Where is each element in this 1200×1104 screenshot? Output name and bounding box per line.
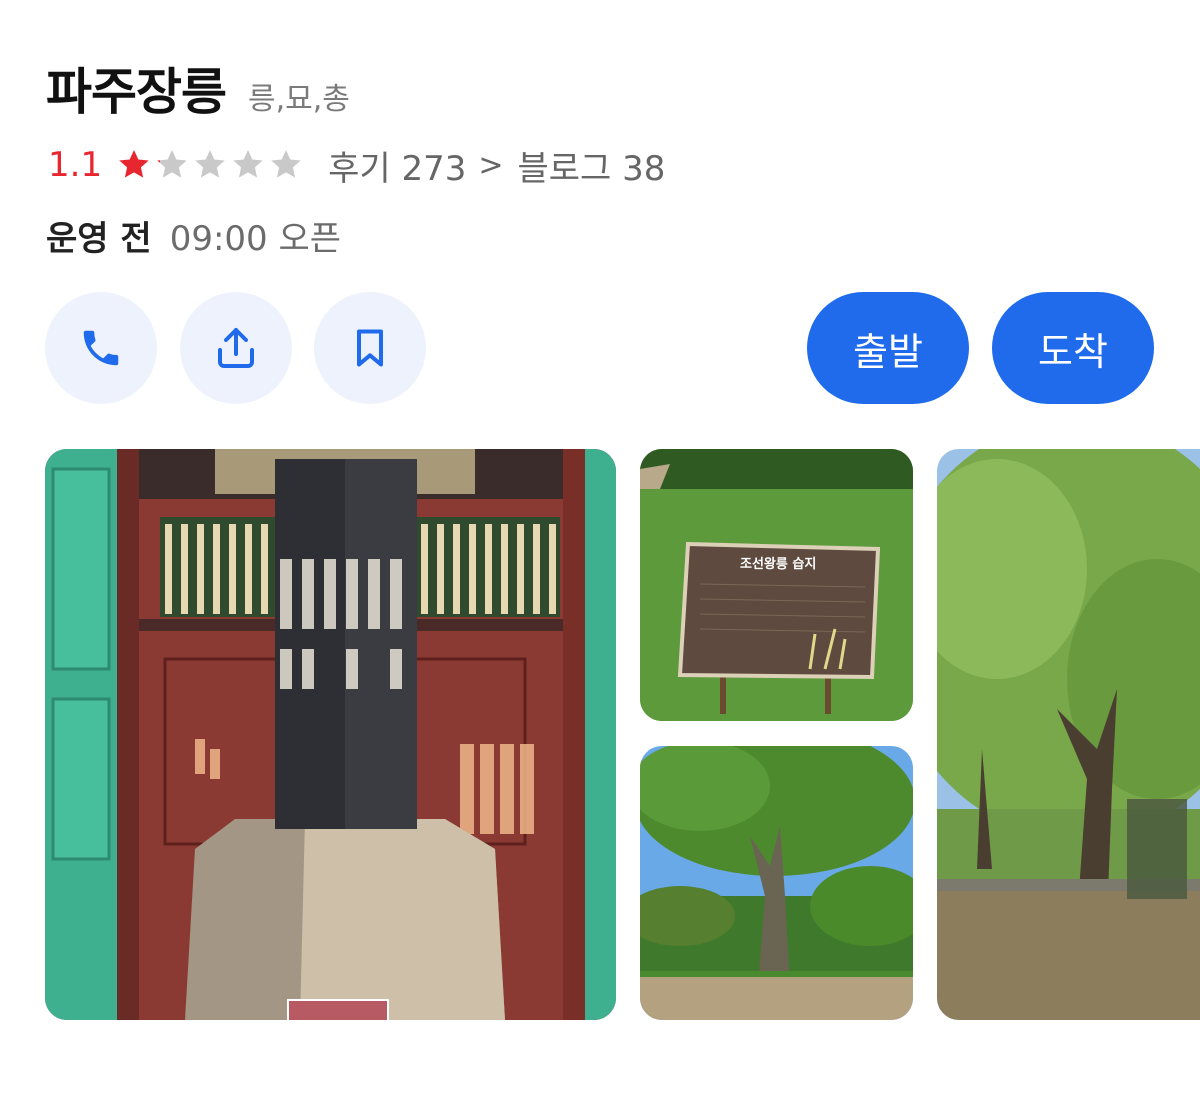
photo-big-tree[interactable] (640, 746, 913, 1020)
reviews-link[interactable]: 후기 273 (328, 141, 466, 190)
lattice-bar (517, 524, 524, 614)
photo-forest[interactable] (937, 449, 1200, 1020)
save-button[interactable] (314, 292, 426, 404)
bookmark-icon (356, 329, 384, 367)
lattice-bar (213, 524, 220, 614)
lattice-bar (453, 524, 460, 614)
star-rating (116, 147, 306, 183)
sign-title: 조선왕릉 습지 (740, 557, 817, 572)
lattice-bar (261, 524, 268, 614)
phone-icon (83, 330, 119, 366)
star-icon (195, 150, 225, 178)
lattice-bar (437, 524, 444, 614)
lattice-bar (181, 524, 188, 614)
lattice-bar (485, 524, 492, 614)
star-icon (157, 150, 187, 178)
hours-open-time: 09:00 오픈 (169, 218, 342, 259)
photo-tombstone[interactable] (45, 449, 616, 1020)
lattice-bar (549, 524, 556, 614)
place-category: 릉,묘,총 (248, 82, 350, 117)
share-icon (218, 328, 254, 368)
lattice-bar (533, 524, 540, 614)
star-icon (119, 150, 149, 178)
depart-button[interactable]: 출발 (807, 292, 969, 404)
star-icon (271, 150, 301, 178)
lattice-bar (421, 524, 428, 614)
share-button[interactable] (180, 292, 292, 404)
lattice-bar (229, 524, 236, 614)
lattice-bar (469, 524, 476, 614)
place-title: 파주장릉 (46, 63, 227, 121)
blog-link[interactable]: 블로그 38 (517, 141, 665, 190)
rating-score: 1.1 (48, 145, 103, 185)
call-button[interactable] (45, 292, 157, 404)
lattice-bar (501, 524, 508, 614)
lattice-bar (165, 524, 172, 614)
hours-status: 운영 전 (46, 218, 152, 259)
rating-row: 1.1 후기 273 > 블로그 38 (48, 140, 665, 190)
photo-wetland-sign[interactable]: 조선왕릉 습지 (640, 449, 913, 721)
lattice-bar (197, 524, 204, 614)
arrive-button[interactable]: 도착 (992, 292, 1154, 404)
star-icon (233, 150, 263, 178)
lattice-bar (245, 524, 252, 614)
chevron-right-icon: > (478, 147, 504, 183)
header: 파주장릉 릉,묘,총 (46, 52, 350, 124)
hours-row: 운영 전 09:00 오픈 (46, 210, 341, 260)
